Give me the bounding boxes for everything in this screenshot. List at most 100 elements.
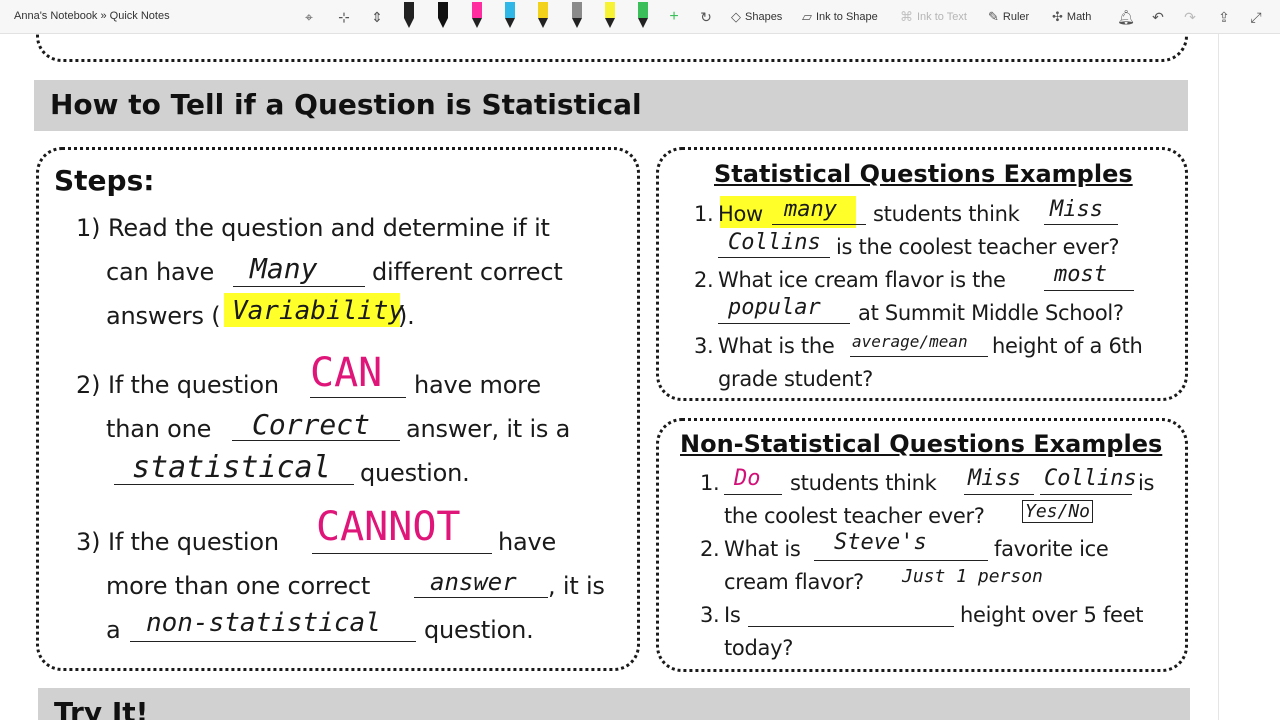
example-text: the coolest teacher ever? [724, 504, 985, 528]
handwritten-answer: Steve's [834, 530, 927, 555]
ink-to-text-label: Ink to Text [917, 11, 967, 23]
add-pen-icon[interactable]: + [666, 6, 682, 28]
handwritten-answer: average/mean [852, 332, 968, 351]
handwritten-answer: non-statistical [146, 608, 381, 638]
blank-line [233, 286, 365, 287]
blank-line [310, 397, 406, 398]
pen-gray-icon[interactable] [570, 2, 584, 30]
math-label: Math [1066, 11, 1092, 23]
handwritten-answer: Many [250, 252, 318, 285]
step-number: 3) [76, 528, 101, 556]
ruler-button[interactable]: ✎ Ruler [988, 8, 1029, 26]
pen-blue-icon[interactable] [503, 2, 517, 30]
step-text: than one [106, 415, 212, 443]
step-text: can have [106, 258, 215, 286]
blank-line [312, 553, 492, 554]
example-text: favorite ice [994, 537, 1109, 561]
bell-icon[interactable]: 🔔︎ [1116, 6, 1136, 28]
step-text: have more [414, 371, 541, 399]
breadcrumb[interactable]: Anna's Notebook » Quick Notes [14, 10, 170, 22]
step-text: If the question [108, 371, 279, 399]
ink-to-text-button[interactable]: ⌘ Ink to Text [900, 8, 967, 26]
step-text: a [106, 616, 121, 644]
lasso-select-icon[interactable]: ⌖ [298, 6, 320, 28]
step-text: question. [424, 616, 534, 644]
example-number: 3. [694, 334, 714, 358]
blank-line [718, 257, 830, 258]
blank-line [724, 494, 782, 495]
redo-icon[interactable]: ↷ [1180, 6, 1200, 28]
blank-line [814, 560, 988, 561]
fullscreen-icon[interactable]: ⤢ [1246, 6, 1266, 28]
example-text: What ice cream flavor is the [718, 268, 1006, 292]
pen-pink-icon[interactable] [470, 2, 484, 30]
handwritten-answer: Variability [232, 296, 405, 326]
blank-line [1044, 290, 1134, 291]
insert-space-icon[interactable]: ⇕ [366, 6, 388, 28]
example-text: height over 5 feet [960, 603, 1144, 627]
example-number: 2. [700, 537, 720, 561]
ruler-icon: ✎ [988, 9, 999, 24]
handwritten-note: Yes/No [1022, 500, 1094, 523]
handwritten-answer: Do [734, 466, 761, 491]
pen-dark-icon[interactable] [436, 2, 450, 30]
notebook-page: How to Tell if a Question is Statistical… [0, 34, 1218, 720]
pen-black-icon[interactable] [402, 2, 416, 30]
step-number: 1) [76, 214, 101, 242]
blank-line [130, 641, 416, 642]
handwritten-answer: CANNOT [316, 504, 461, 550]
handwritten-note: Just 1 person [902, 566, 1043, 587]
blank-line [748, 626, 954, 627]
blank-line [414, 597, 548, 598]
non-statistical-examples-heading: Non-Statistical Questions Examples [680, 430, 1163, 458]
step-text: , it is [548, 572, 605, 600]
pen-yellow-icon[interactable] [536, 2, 550, 30]
example-text: students think [873, 202, 1020, 226]
blank-line [772, 224, 866, 225]
example-text: What is the [718, 334, 835, 358]
step-text: answers ( [106, 302, 221, 330]
step-text: different correct [372, 258, 563, 286]
step-text: answer, it is a [406, 415, 571, 443]
handwritten-answer: most [1054, 262, 1107, 287]
handwritten-answer: statistical [132, 450, 331, 485]
share-icon[interactable]: ⇪ [1214, 6, 1234, 28]
handwritten-answer: Collins [728, 230, 821, 255]
highlighter-yellow-icon[interactable] [603, 2, 617, 30]
shapes-icon: ◇ [731, 9, 741, 24]
pen-green-icon[interactable] [636, 2, 650, 30]
step-text: ). [398, 302, 415, 330]
ink-toolbar: Anna's Notebook » Quick Notes ⌖ ⊹ ⇕ + ↻ … [0, 0, 1280, 34]
ink-to-text-icon: ⌘ [900, 9, 913, 24]
example-text: at Summit Middle School? [858, 301, 1124, 325]
ink-to-shape-button[interactable]: ▱ Ink to Shape [802, 8, 878, 26]
example-text: What is [724, 537, 801, 561]
math-button[interactable]: ✣ Math [1052, 8, 1091, 26]
example-text: is [1138, 471, 1155, 495]
blank-line [1040, 494, 1132, 495]
example-text: How [718, 202, 763, 226]
try-it-title: Try It! [54, 696, 149, 720]
try-it-banner [38, 688, 1190, 720]
blank-line [1044, 224, 1118, 225]
handwritten-answer: answer [430, 568, 517, 596]
example-text: height of a 6th [992, 334, 1143, 358]
step-text: Read the question and determine if it [108, 214, 550, 242]
ink-replay-icon[interactable]: ↻ [697, 6, 715, 28]
math-icon: ✣ [1052, 9, 1063, 24]
shapes-button[interactable]: ◇ Shapes [731, 8, 782, 26]
blank-line [718, 323, 850, 324]
example-number: 3. [700, 603, 720, 627]
add-space-icon[interactable]: ⊹ [333, 6, 355, 28]
shapes-label: Shapes [745, 11, 783, 23]
example-number: 1. [700, 471, 720, 495]
step-text: have [498, 528, 557, 556]
handwritten-answer: Collins [1044, 466, 1137, 491]
handwritten-answer: many [784, 197, 837, 222]
undo-icon[interactable]: ↶ [1148, 6, 1168, 28]
step-text: more than one correct [106, 572, 371, 600]
steps-heading: Steps: [54, 164, 155, 197]
example-text: students think [790, 471, 937, 495]
example-number: 2. [694, 268, 714, 292]
previous-section-box [36, 34, 1188, 62]
